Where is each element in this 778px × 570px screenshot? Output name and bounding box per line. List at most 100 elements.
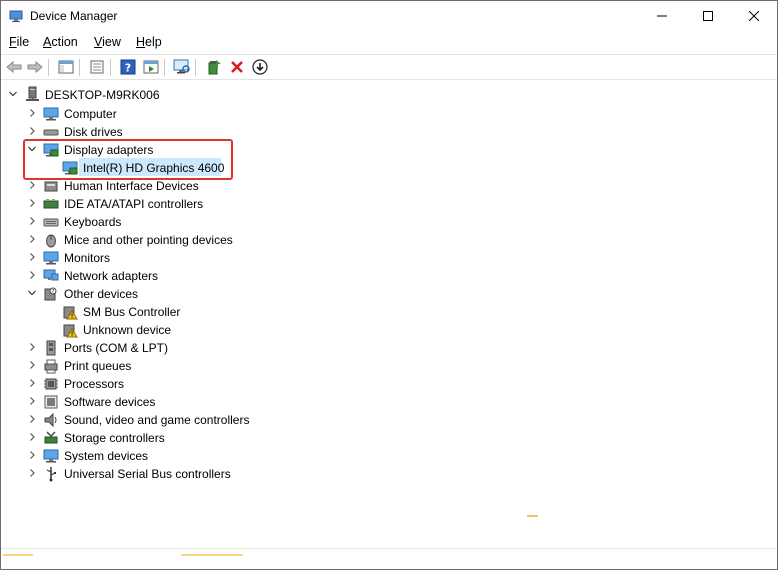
window-title: Device Manager (30, 9, 118, 23)
tree-item-universal-serial-bus-controllers[interactable]: Universal Serial Bus controllers (64, 466, 231, 482)
tree-item-ports-com-lpt[interactable]: Ports (COM & LPT) (64, 340, 168, 356)
uninstall-icon (231, 61, 243, 73)
print-queues-icon (44, 359, 58, 374)
close-button[interactable] (731, 1, 777, 31)
tree-item-storage-controllers[interactable]: Storage controllers (64, 430, 165, 446)
tree-item-mice-and-other-pointing-devices[interactable]: Mice and other pointing devices (64, 232, 233, 248)
help-button[interactable]: ? (118, 58, 138, 76)
storage-controllers-icon (44, 431, 58, 444)
tree-item-software-devices[interactable]: Software devices (64, 394, 155, 410)
chevron-right-icon[interactable] (27, 468, 37, 478)
download-circle-icon (252, 59, 268, 75)
tree-item-processors[interactable]: Processors (64, 376, 124, 392)
minimize-button[interactable] (639, 1, 685, 31)
chevron-right-icon[interactable] (27, 216, 37, 226)
decorative-mark (527, 515, 538, 517)
scan-hardware-icon (173, 59, 190, 74)
tree-item-human-interface-devices[interactable]: Human Interface Devices (64, 178, 199, 194)
chevron-right-icon[interactable] (27, 414, 37, 424)
software-devices-icon (44, 395, 58, 409)
tree-item-computer[interactable]: Computer (64, 106, 117, 122)
chevron-down-icon[interactable] (8, 89, 18, 99)
tree-item-ide-ata-atapi-controllers[interactable]: IDE ATA/ATAPI controllers (64, 196, 203, 212)
chevron-right-icon[interactable] (27, 450, 37, 460)
tree-item-disk-drives[interactable]: Disk drives (64, 124, 123, 140)
chevron-right-icon[interactable] (27, 270, 37, 280)
svg-text:?: ? (125, 62, 131, 75)
update-driver-icon (208, 60, 221, 75)
chevron-right-icon[interactable] (27, 432, 37, 442)
disable-device-button[interactable] (250, 58, 270, 76)
tree-child-unknown-device[interactable]: Unknown device (83, 322, 171, 338)
system-devices-icon (43, 449, 59, 463)
mice-and-other-pointing-devices-icon (46, 234, 56, 248)
tree-item-network-adapters[interactable]: Network adapters (64, 268, 158, 284)
tree-item-sound-video-and-game-controllers[interactable]: Sound, video and game controllers (64, 412, 249, 428)
chevron-right-icon[interactable] (27, 108, 37, 118)
status-segment (3, 554, 33, 556)
properties-icon (90, 60, 104, 74)
sound-video-and-game-controllers-icon (44, 412, 57, 428)
chevron-right-icon[interactable] (27, 378, 37, 388)
help-icon: ? (120, 59, 136, 75)
universal-serial-bus-controllers-icon (46, 467, 56, 482)
menu-file[interactable]: File (9, 35, 29, 49)
tree-item-other-devices[interactable]: Other devices (64, 286, 138, 302)
back-button[interactable] (4, 58, 24, 76)
show-hide-console-tree-button[interactable] (56, 58, 76, 76)
other-devices-icon: ? (44, 287, 57, 301)
maximize-button[interactable] (685, 1, 731, 31)
warning-sm-bus-controller-icon (63, 306, 78, 320)
chevron-right-icon[interactable] (27, 126, 37, 136)
chevron-right-icon[interactable] (27, 396, 37, 406)
menu-view[interactable]: View (94, 35, 121, 49)
tree-item-system-devices[interactable]: System devices (64, 448, 148, 464)
menu-help[interactable]: Help (136, 35, 162, 49)
processors-icon (44, 378, 58, 390)
network-adapters-icon (43, 269, 59, 281)
status-segment (181, 554, 243, 556)
chevron-right-icon[interactable] (27, 198, 37, 208)
device-manager-app-icon (9, 9, 23, 23)
maximize-icon (703, 11, 713, 21)
toolbar-separator (195, 59, 196, 76)
keyboards-icon (43, 218, 59, 227)
tree-item-keyboards[interactable]: Keyboards (64, 214, 121, 230)
chevron-right-icon[interactable] (27, 234, 37, 244)
human-interface-devices-icon (44, 181, 58, 192)
annotation-highlight-box (23, 139, 233, 180)
update-driver-button[interactable] (204, 58, 224, 76)
svg-text:?: ? (52, 289, 55, 295)
console-tree-icon (58, 60, 74, 74)
tree-child-sm-bus-controller[interactable]: SM Bus Controller (83, 304, 180, 320)
back-icon (6, 60, 22, 74)
properties-button[interactable] (87, 58, 107, 76)
toolbar-separator (79, 59, 80, 76)
scan-hardware-button[interactable] (172, 58, 192, 76)
tree-item-monitors[interactable]: Monitors (64, 250, 110, 266)
forward-button[interactable] (25, 58, 45, 76)
chevron-right-icon[interactable] (27, 180, 37, 190)
title-bar[interactable]: Device Manager (1, 1, 777, 31)
tree-item-print-queues[interactable]: Print queues (64, 358, 131, 374)
menu-bar: File Action View Help (1, 32, 777, 52)
uninstall-device-button[interactable] (227, 58, 247, 76)
forward-icon (27, 60, 43, 74)
tree-root-label[interactable]: DESKTOP-M9RK006 (45, 87, 160, 103)
chevron-right-icon[interactable] (27, 252, 37, 262)
disk-drives-icon (43, 129, 59, 136)
chevron-right-icon[interactable] (27, 360, 37, 370)
toolbar-separator (164, 59, 165, 76)
toolbar-separator (110, 59, 111, 76)
run-icon (143, 60, 159, 74)
monitors-icon (43, 251, 59, 265)
ports-com-lpt-icon (46, 340, 56, 356)
run-button[interactable] (141, 58, 161, 76)
warning-unknown-device-icon (63, 324, 78, 338)
computer-icon (43, 107, 59, 121)
toolbar: ? (1, 54, 777, 80)
chevron-down-icon[interactable] (27, 288, 37, 298)
menu-action[interactable]: Action (43, 35, 78, 49)
status-bar (1, 548, 777, 569)
chevron-right-icon[interactable] (27, 342, 37, 352)
